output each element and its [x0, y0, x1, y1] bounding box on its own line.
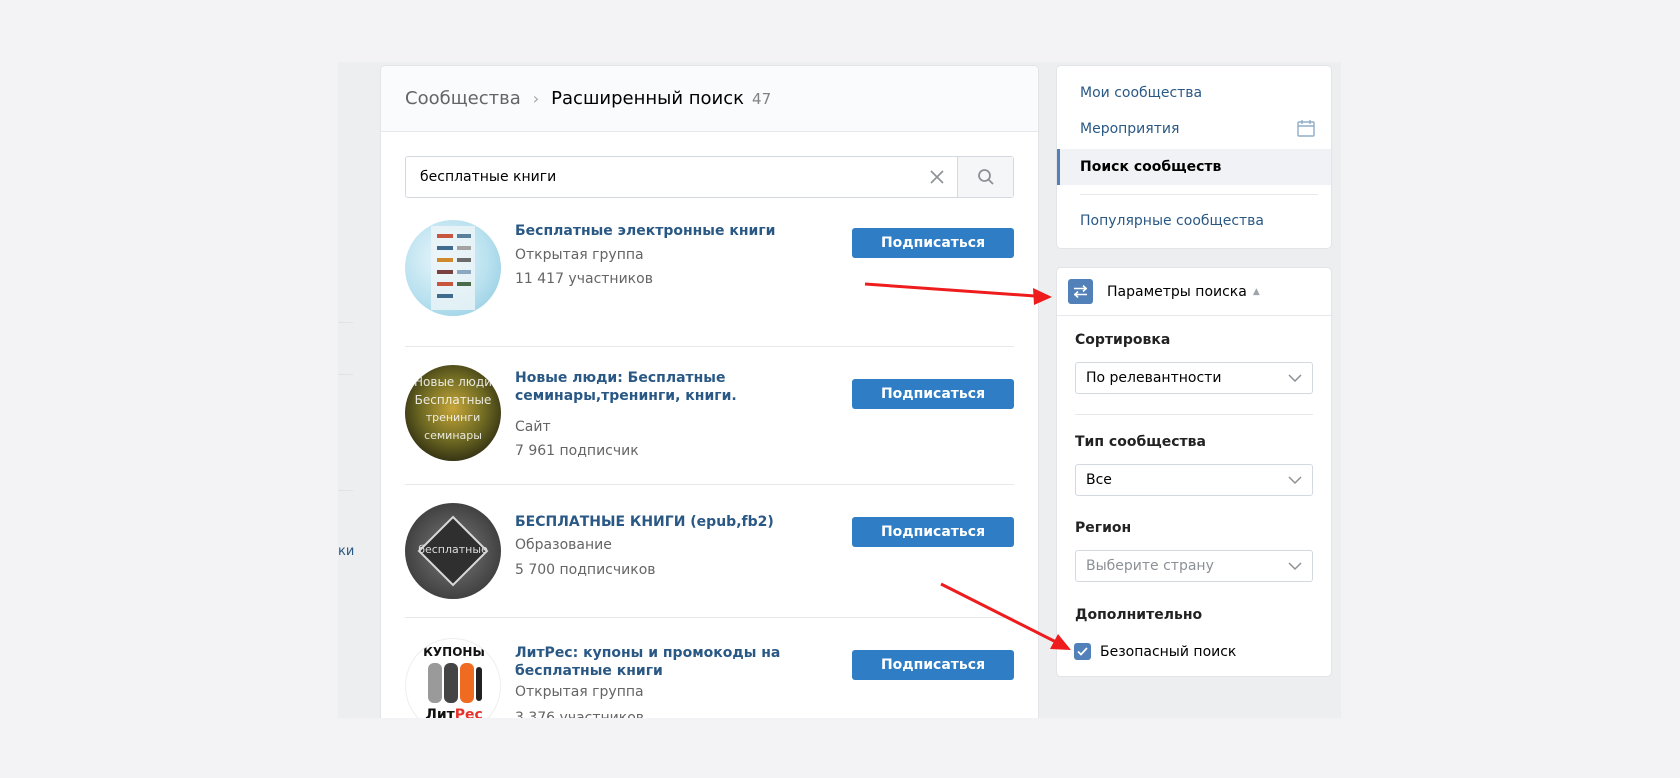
safe-search-checkbox[interactable] — [1074, 643, 1091, 660]
page-frame: ки Сообщества › Расширенный поиск 47 бес… — [338, 62, 1341, 718]
avatar-text: Новые люди — [414, 375, 492, 389]
group-type: Сайт — [515, 419, 551, 435]
list-item: Бесплатные электронные книги Открытая гр… — [405, 218, 1014, 347]
search-params-panel: Параметры поиска ▲ Сортировка По релеван… — [1057, 268, 1331, 676]
search-button[interactable] — [957, 157, 1013, 197]
list-item: бесплатные БЕСПЛАТНЫЕ КНИГИ (epub,fb2) О… — [405, 485, 1014, 618]
sort-label: Сортировка — [1075, 332, 1171, 348]
menu-item-label: Популярные сообщества — [1080, 213, 1265, 229]
divider — [338, 322, 353, 323]
left-sidebar-fragment: ки — [338, 62, 378, 718]
close-icon[interactable] — [917, 157, 957, 197]
menu-item-community-search[interactable]: Поиск сообществ — [1057, 149, 1331, 185]
group-title-link[interactable]: ЛитРес: купоны и промокоды на бесплатные… — [515, 644, 795, 680]
caret-up-icon: ▲ — [1252, 286, 1260, 297]
safe-search-option[interactable]: Безопасный поиск — [1074, 643, 1236, 660]
divider — [338, 490, 353, 491]
avatar-text: тренинги — [425, 411, 481, 424]
additional-label: Дополнительно — [1075, 607, 1203, 623]
menu-item-popular[interactable]: Популярные сообщества — [1057, 203, 1331, 239]
group-members: 11 417 участников — [515, 271, 653, 287]
menu-item-label: Мероприятия — [1080, 121, 1180, 137]
divider — [1080, 194, 1318, 195]
page-title: Расширенный поиск — [551, 88, 745, 109]
subscribe-button[interactable]: Подписаться — [852, 228, 1014, 258]
results-count: 47 — [752, 89, 772, 108]
communities-menu: Мои сообщества Мероприятия Поиск сообщес… — [1057, 66, 1331, 248]
search-icon — [977, 169, 994, 185]
search-box — [405, 156, 1014, 198]
subscribe-button[interactable]: Подписаться — [852, 379, 1014, 409]
group-type: Открытая группа — [515, 247, 644, 263]
menu-item-label: Мои сообщества — [1080, 85, 1203, 101]
chevron-right-icon: › — [532, 89, 540, 108]
avatar[interactable] — [405, 220, 501, 316]
breadcrumb-communities-link[interactable]: Сообщества — [405, 88, 521, 109]
sort-value: По релевантности — [1086, 370, 1222, 386]
avatar-text: бесплатные — [418, 543, 488, 556]
list-item: КУПОНЫ ЛитРес ЛитРес: купоны и промокоды… — [405, 618, 1014, 718]
search-results-panel: Сообщества › Расширенный поиск 47 беспла… — [381, 66, 1038, 718]
sidebar-partial-label[interactable]: ки — [338, 544, 354, 559]
group-members: 3 376 участников — [515, 710, 645, 718]
region-select[interactable]: Выберите страну — [1075, 550, 1313, 582]
list-item: Новые люди Бесплатные тренинги семинары … — [405, 347, 1014, 485]
group-type: Открытая группа — [515, 684, 644, 700]
chevron-down-icon — [1288, 476, 1302, 485]
menu-item-events[interactable]: Мероприятия — [1057, 111, 1331, 147]
avatar[interactable]: Новые люди Бесплатные тренинги семинары — [405, 365, 501, 461]
chevron-down-icon — [1288, 374, 1302, 383]
divider — [1075, 414, 1313, 415]
region-placeholder: Выберите страну — [1086, 558, 1214, 574]
menu-item-label: Поиск сообществ — [1080, 159, 1222, 175]
avatar[interactable]: КУПОНЫ ЛитРес — [405, 638, 501, 718]
results-list: Бесплатные электронные книги Открытая гр… — [405, 218, 1014, 718]
group-title-link[interactable]: Новые люди: Бесплатные семинары,тренинги… — [515, 369, 795, 405]
params-title: Параметры поиска — [1107, 283, 1247, 300]
community-type-select[interactable]: Все — [1075, 464, 1313, 496]
avatar-text: семинары — [424, 429, 482, 442]
community-type-value: Все — [1086, 472, 1112, 488]
region-label: Регион — [1075, 520, 1132, 536]
sort-select[interactable]: По релевантности — [1075, 362, 1313, 394]
group-title-link[interactable]: БЕСПЛАТНЫЕ КНИГИ (epub,fb2) — [515, 513, 795, 531]
group-members: 5 700 подписчиков — [515, 562, 656, 578]
divider — [338, 374, 353, 375]
params-header[interactable]: Параметры поиска ▲ — [1057, 268, 1331, 316]
checkmark-icon — [1077, 647, 1088, 656]
avatar-text: Рес — [454, 707, 483, 718]
subscribe-button[interactable]: Подписаться — [852, 517, 1014, 547]
group-members: 7 961 подписчик — [515, 443, 639, 459]
avatar-text: Лит — [425, 707, 455, 718]
filter-sliders-icon[interactable] — [1068, 279, 1093, 304]
subscribe-button[interactable]: Подписаться — [852, 650, 1014, 680]
group-type: Образование — [515, 537, 612, 553]
avatar[interactable]: бесплатные — [405, 503, 501, 599]
avatar-text: Бесплатные — [414, 393, 492, 407]
community-type-label: Тип сообщества — [1075, 434, 1206, 450]
group-title-link[interactable]: Бесплатные электронные книги — [515, 222, 795, 240]
chevron-down-icon — [1288, 562, 1302, 571]
calendar-icon[interactable] — [1297, 120, 1315, 137]
search-input[interactable] — [406, 157, 917, 197]
safe-search-label: Безопасный поиск — [1100, 643, 1237, 660]
breadcrumb: Сообщества › Расширенный поиск 47 — [381, 66, 1038, 132]
menu-item-my-communities[interactable]: Мои сообщества — [1057, 75, 1331, 111]
